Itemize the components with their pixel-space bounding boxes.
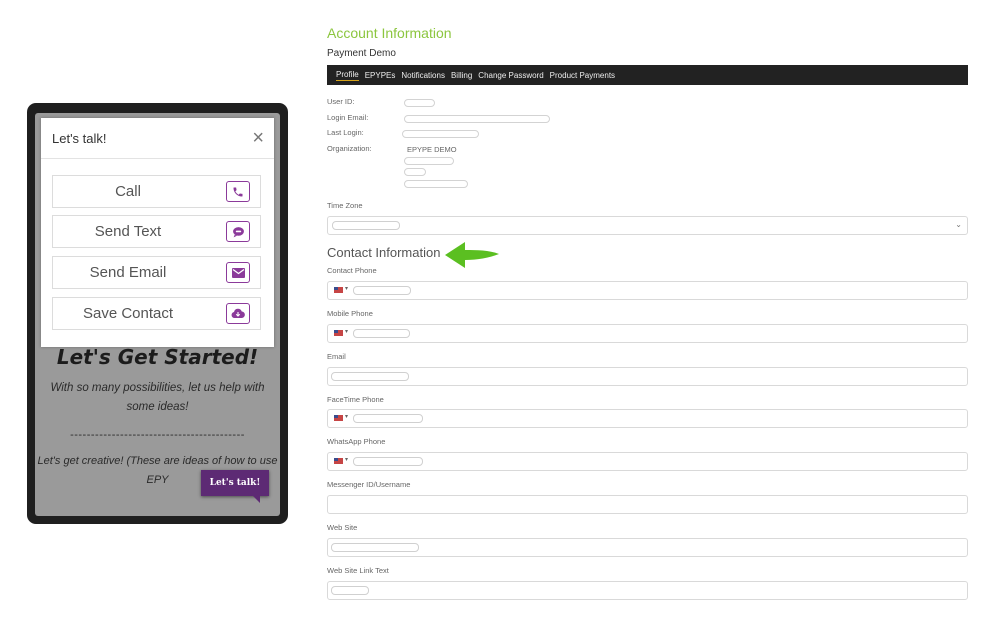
- login-email-label: Login Email:: [327, 113, 369, 122]
- phone-page-content: Let's Get Started! With so many possibil…: [35, 335, 280, 490]
- account-subtitle: Payment Demo: [327, 48, 396, 59]
- email-label: Email: [327, 352, 346, 361]
- organization-line-1: [404, 157, 454, 165]
- tab-product-payments[interactable]: Product Payments: [550, 71, 615, 80]
- organization-label: Organization:: [327, 144, 372, 153]
- lets-talk-tab-button[interactable]: Let's talk!: [201, 470, 269, 503]
- us-flag-icon: [334, 415, 343, 421]
- lets-talk-modal: Let's talk! × Call Send Text Send Email …: [41, 118, 274, 347]
- contact-phone-value: [353, 286, 411, 295]
- web-site-label: Web Site: [327, 523, 358, 532]
- close-icon[interactable]: ×: [252, 128, 264, 148]
- last-login-label: Last Login:: [327, 128, 364, 137]
- mobile-phone-label: Mobile Phone: [327, 309, 373, 318]
- profile-tabs: Profile EPYPEs Notifications Billing Cha…: [327, 65, 968, 85]
- organization-line-3: [404, 180, 468, 188]
- whatsapp-phone-label: WhatsApp Phone: [327, 437, 386, 446]
- messenger-id-label: Messenger ID/Username: [327, 480, 411, 489]
- save-contact-button-label: Save Contact: [82, 305, 174, 322]
- organization-line-2: [404, 168, 426, 176]
- us-flag-icon: [334, 287, 343, 293]
- call-button-label: Call: [115, 183, 141, 200]
- chat-bubble-icon: [226, 221, 250, 242]
- caret-down-icon[interactable]: ▾: [345, 328, 348, 335]
- us-flag-icon: [334, 330, 343, 336]
- contact-phone-label: Contact Phone: [327, 266, 377, 275]
- intro-text: With so many possibilities, let us help …: [50, 382, 265, 413]
- send-email-button-label: Send Email: [89, 264, 167, 281]
- tab-billing[interactable]: Billing: [451, 71, 472, 80]
- us-flag-icon: [334, 458, 343, 464]
- chevron-down-icon: ⌄: [955, 220, 962, 229]
- web-site-link-text-value: [331, 586, 369, 595]
- whatsapp-phone-input[interactable]: ▾: [327, 452, 968, 471]
- caret-down-icon[interactable]: ▾: [345, 413, 348, 420]
- time-zone-label: Time Zone: [327, 201, 363, 210]
- facetime-phone-label: FaceTime Phone: [327, 395, 384, 404]
- time-zone-select[interactable]: ⌄: [327, 216, 968, 235]
- whatsapp-phone-value: [353, 457, 423, 466]
- green-arrow-icon: [445, 242, 499, 268]
- mobile-phone-value: [353, 329, 410, 338]
- send-email-button[interactable]: Send Email: [52, 256, 261, 289]
- organization-value: EPYPE DEMO: [407, 145, 457, 154]
- login-email-value: [404, 115, 550, 123]
- user-id-value: [404, 99, 435, 107]
- contact-phone-input[interactable]: ▾: [327, 281, 968, 300]
- account-info-title: Account Information: [327, 25, 452, 41]
- messenger-id-input[interactable]: [327, 495, 968, 514]
- page-heading: Let's Get Started!: [56, 345, 259, 369]
- facetime-phone-input[interactable]: ▾: [327, 409, 968, 428]
- send-text-button-label: Send Text: [94, 223, 162, 240]
- modal-header: Let's talk! ×: [41, 118, 274, 159]
- contact-info-title: Contact Information: [327, 245, 441, 260]
- last-login-value: [402, 130, 479, 138]
- facetime-phone-value: [353, 414, 423, 423]
- save-contact-button[interactable]: Save Contact: [52, 297, 261, 330]
- time-zone-value: [332, 221, 400, 230]
- envelope-icon: [226, 262, 250, 283]
- tab-notifications[interactable]: Notifications: [401, 71, 445, 80]
- tab-profile[interactable]: Profile: [336, 70, 359, 81]
- send-text-button[interactable]: Send Text: [52, 215, 261, 248]
- web-site-value: [331, 543, 419, 552]
- cloud-download-icon: [226, 303, 250, 324]
- call-button[interactable]: Call: [52, 175, 261, 208]
- email-input[interactable]: [327, 367, 968, 386]
- mobile-phone-input[interactable]: ▾: [327, 324, 968, 343]
- modal-title: Let's talk!: [52, 130, 107, 146]
- web-site-link-text-input[interactable]: [327, 581, 968, 600]
- user-id-label: User ID:: [327, 97, 355, 106]
- divider-line: ----------------------------------------…: [70, 429, 245, 441]
- caret-down-icon[interactable]: ▾: [345, 285, 348, 292]
- web-site-input[interactable]: [327, 538, 968, 557]
- tab-epypes[interactable]: EPYPEs: [365, 71, 396, 80]
- caret-down-icon[interactable]: ▾: [345, 456, 348, 463]
- web-site-link-text-label: Web Site Link Text: [327, 566, 389, 575]
- email-value: [331, 372, 409, 381]
- tab-change-password[interactable]: Change Password: [478, 71, 543, 80]
- phone-icon: [226, 181, 250, 202]
